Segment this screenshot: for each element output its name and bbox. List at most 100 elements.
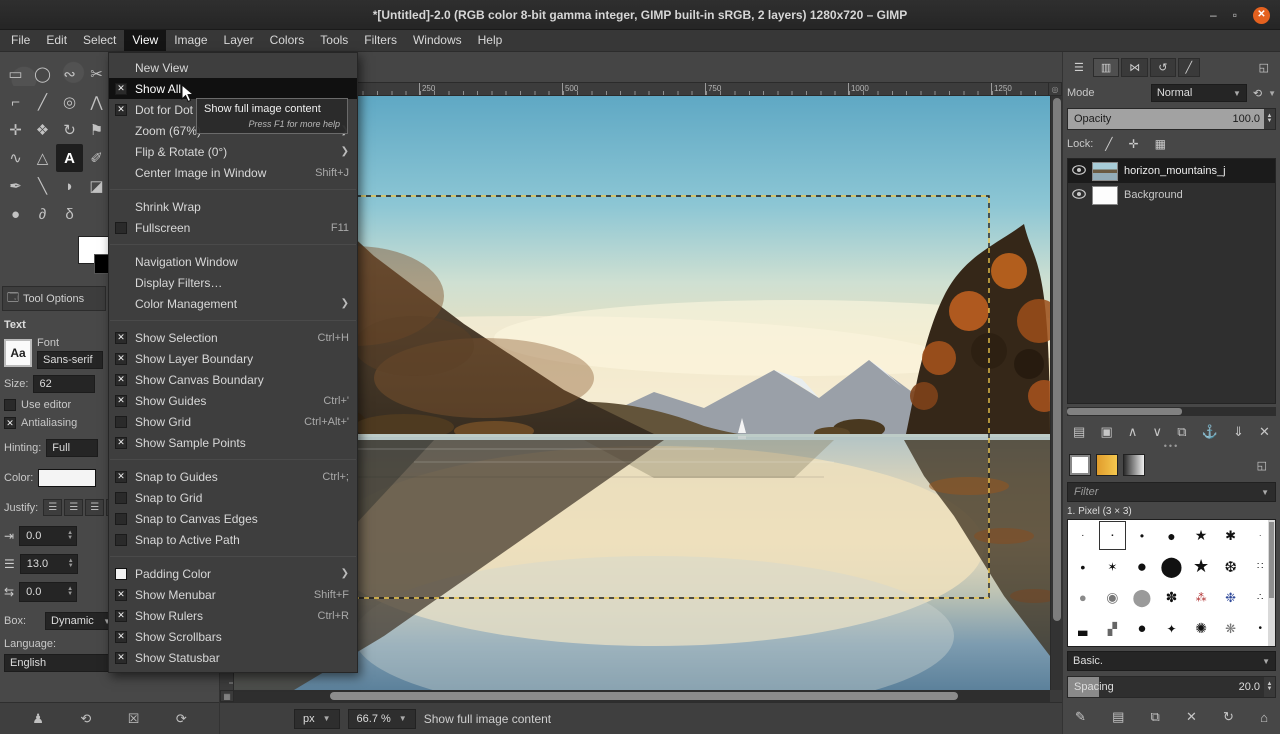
line-spacing-spinner[interactable]: 13.0 ▲▼ [20, 554, 78, 574]
brush-item[interactable]: ✺ [1186, 613, 1216, 644]
brush-grid-scrollbar[interactable] [1268, 520, 1275, 646]
opacity-slider[interactable]: Opacity 100.0 ▲▼ [1067, 108, 1276, 130]
spinner-arrows-icon[interactable]: ▲▼ [1264, 109, 1275, 129]
cage-transform-tool[interactable]: △ [29, 144, 56, 172]
lock-alpha-toggle[interactable]: ▦ [1155, 137, 1166, 151]
menubar-view[interactable]: View [124, 30, 166, 51]
history-tab-icon[interactable]: ↺ [1150, 58, 1175, 77]
layer-list-scrollbar[interactable] [1067, 407, 1276, 416]
close-button[interactable]: ✕ [1253, 7, 1270, 24]
horizontal-scrollbar[interactable] [234, 690, 1050, 702]
brush-item[interactable]: ✽ [1157, 582, 1187, 613]
move-tool[interactable]: ✛ [2, 116, 29, 144]
font-combo[interactable]: Sans-serif [37, 351, 103, 369]
new-layer-button[interactable]: ▤ [1073, 424, 1085, 440]
menu-item-snap-to-canvas-edges[interactable]: Snap to Canvas Edges [109, 508, 357, 529]
paths-tool[interactable]: ∿ [2, 144, 29, 172]
menubar-help[interactable]: Help [470, 30, 511, 51]
brush-item[interactable]: ✶ [1098, 551, 1128, 582]
channels-tab-icon[interactable]: ⋈ [1121, 58, 1148, 77]
brush-item[interactable]: ❋ [1216, 613, 1246, 644]
spinner-arrows-icon[interactable]: ▲▼ [65, 559, 77, 569]
zoom-tool[interactable]: ◎ [56, 88, 83, 116]
menu-item-new-view[interactable]: New View [109, 57, 357, 78]
menubar-windows[interactable]: Windows [405, 30, 470, 51]
layers-tab-icon[interactable]: ▥ [1093, 58, 1119, 77]
pencil-tool[interactable]: ╱ [29, 88, 56, 116]
duplicate-brush-button[interactable]: ⧉ [1151, 709, 1160, 725]
brush-tab-corner-icon[interactable]: ◱ [1250, 457, 1274, 474]
brush-item[interactable]: ★ [1186, 551, 1216, 582]
mode-combo[interactable]: Normal ▼ [1151, 84, 1247, 102]
justify-right-button[interactable]: ☰ [64, 499, 83, 516]
brush-item[interactable]: ▪ [1098, 520, 1128, 551]
menubar-filters[interactable]: Filters [356, 30, 405, 51]
spacing-slider[interactable]: Spacing 20.0 ▲▼ [1067, 676, 1276, 698]
save-tool-preset-button[interactable]: ♟ [32, 711, 44, 727]
brush-item[interactable]: ⁂ [1186, 582, 1216, 613]
menu-item-show-canvas-boundary[interactable]: ✕Show Canvas Boundary [109, 369, 357, 390]
delete-brush-button[interactable]: ✕ [1186, 709, 1197, 725]
brush-item[interactable]: ● [1127, 551, 1157, 582]
brush-item[interactable]: ❆ [1216, 551, 1246, 582]
ink-tool[interactable]: ✒ [2, 172, 29, 200]
brush-item[interactable]: • [1127, 520, 1157, 551]
menu-item-show-all[interactable]: ✕Show All [109, 78, 357, 99]
brush-item[interactable]: ⬤ [1157, 551, 1187, 582]
lock-pixels-toggle[interactable]: ╱ [1105, 137, 1112, 151]
menu-item-show-statusbar[interactable]: ✕Show Statusbar [109, 647, 357, 668]
chevron-down-icon[interactable]: ▼ [1268, 89, 1276, 98]
text-tool[interactable]: A [56, 144, 83, 172]
gradient-tool[interactable]: ◪ [83, 172, 110, 200]
menu-item-color-management[interactable]: Color Management❯ [109, 293, 357, 314]
menubar-colors[interactable]: Colors [262, 30, 313, 51]
brush-item[interactable]: ❉ [1216, 582, 1246, 613]
menubar-select[interactable]: Select [75, 30, 124, 51]
visibility-eye-icon[interactable] [1072, 189, 1086, 202]
blur-tool[interactable]: ● [2, 200, 29, 228]
box-combo[interactable]: Dynamic ▼ [45, 612, 117, 630]
menubar-file[interactable]: File [3, 30, 38, 51]
align-tool[interactable]: ❖ [29, 116, 56, 144]
menu-item-center-image-in-window[interactable]: Center Image in WindowShift+J [109, 162, 357, 183]
menu-item-show-sample-points[interactable]: ✕Show Sample Points [109, 432, 357, 453]
menu-item-show-grid[interactable]: Show GridCtrl+Alt+' [109, 411, 357, 432]
paintbrush-tool[interactable]: ✐ [83, 144, 110, 172]
ellipse-select-tool[interactable]: ◯ [29, 60, 56, 88]
menu-item-padding-color[interactable]: Padding Color❯ [109, 563, 357, 584]
brush-item[interactable]: ● [1157, 520, 1187, 551]
indent-spinner[interactable]: 0.0 ▲▼ [19, 526, 77, 546]
menubar-edit[interactable]: Edit [38, 30, 75, 51]
maximize-button[interactable]: ▫ [1233, 9, 1237, 21]
free-select-tool[interactable]: ∾ [56, 60, 83, 88]
open-brush-as-image-button[interactable]: ⌂ [1260, 710, 1268, 725]
brush-item[interactable]: ⬤ [1127, 582, 1157, 613]
delete-tool-preset-button[interactable]: ☒ [128, 711, 140, 727]
brush-item[interactable]: · [1068, 520, 1098, 551]
lower-layer-button[interactable]: ∨ [1153, 424, 1163, 440]
menu-icon[interactable]: ☰ [1067, 59, 1091, 76]
lock-position-toggle[interactable]: ✛ [1129, 137, 1139, 151]
zoom-combo[interactable]: 66.7 % ▼ [348, 709, 416, 729]
menu-item-show-rulers[interactable]: ✕Show RulersCtrl+R [109, 605, 357, 626]
use-editor-checkbox[interactable] [4, 399, 16, 411]
scissors-select-tool[interactable]: ✂ [83, 60, 110, 88]
menu-item-flip-rotate-0[interactable]: Flip & Rotate (0°)❯ [109, 141, 357, 162]
layer-row[interactable]: horizon_mountains_j [1068, 159, 1275, 183]
quickmask-toggle[interactable]: ▦ [220, 690, 234, 702]
menu-item-show-guides[interactable]: ✕Show GuidesCtrl+' [109, 390, 357, 411]
brush-item[interactable]: ◉ [1098, 582, 1128, 613]
antialiasing-checkbox[interactable]: ✕ [4, 417, 16, 429]
menu-item-snap-to-guides[interactable]: ✕Snap to GuidesCtrl+; [109, 466, 357, 487]
clone-tool[interactable]: δ [56, 200, 83, 228]
reset-tool-options-button[interactable]: ⟳ [176, 711, 187, 727]
spinner-arrows-icon[interactable]: ▲▼ [1264, 677, 1275, 697]
menubar-tools[interactable]: Tools [312, 30, 356, 51]
hinting-combo[interactable]: Full [46, 439, 98, 457]
menu-item-snap-to-active-path[interactable]: Snap to Active Path [109, 529, 357, 550]
delete-layer-button[interactable]: ✕ [1259, 424, 1270, 440]
brush-item[interactable]: • [1068, 551, 1098, 582]
active-gradient-swatch[interactable] [1123, 454, 1145, 476]
rotate-tool[interactable]: ↻ [56, 116, 83, 144]
minimize-button[interactable]: – [1210, 9, 1217, 21]
